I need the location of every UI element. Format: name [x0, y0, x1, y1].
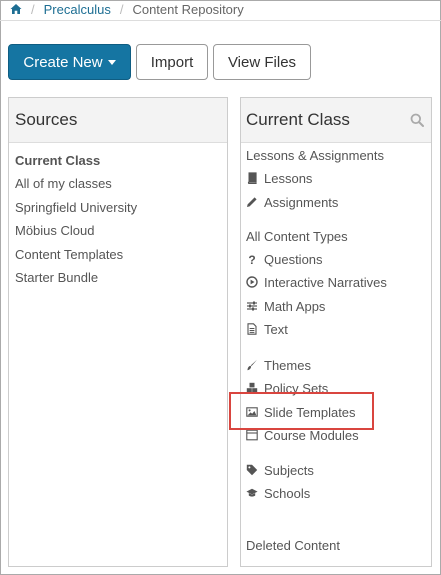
nav-item-label: Course Modules — [264, 427, 359, 443]
tag-icon — [246, 464, 258, 476]
toolbar: Create New Import View Files — [8, 44, 316, 80]
nav-item-math-apps[interactable]: Math Apps — [246, 295, 325, 317]
sources-panel: Sources Current Class All of my classes … — [8, 97, 228, 567]
current-class-title: Current Class — [246, 110, 350, 129]
breadcrumb-separator: / — [119, 1, 124, 17]
nav-item-label: Subjects — [264, 462, 314, 478]
image-icon — [246, 406, 258, 418]
sources-list: Current Class All of my classes Springfi… — [9, 143, 227, 289]
nav-item-label: Slide Templates — [264, 404, 356, 420]
nav-item-questions[interactable]: ? Questions — [246, 248, 323, 270]
breadcrumb-divider — [0, 20, 441, 21]
source-item-content-templates[interactable]: Content Templates — [15, 243, 227, 266]
book-icon — [246, 172, 258, 184]
play-circle-icon — [246, 276, 258, 288]
source-item-mobius-cloud[interactable]: Möbius Cloud — [15, 219, 227, 242]
import-button[interactable]: Import — [136, 44, 208, 80]
create-new-label: Create New — [23, 53, 103, 71]
nav-item-label: Themes — [264, 357, 311, 373]
breadcrumb-precalculus[interactable]: Precalculus — [44, 2, 111, 17]
file-text-icon — [246, 323, 258, 335]
nav-item-label: Lessons — [264, 170, 313, 186]
breadcrumb-current: Content Repository — [132, 1, 244, 17]
graduation-cap-icon — [246, 487, 258, 499]
search-icon[interactable] — [410, 113, 424, 127]
nav-item-label: Assignments — [264, 194, 339, 210]
sliders-icon — [246, 300, 258, 312]
caret-down-icon — [107, 59, 116, 65]
nav-item-label: Math Apps — [264, 298, 326, 314]
source-item-starter-bundle[interactable]: Starter Bundle — [15, 266, 227, 289]
source-item-all-classes[interactable]: All of my classes — [15, 172, 227, 195]
nav-item-schools[interactable]: Schools — [246, 482, 310, 504]
nav-item-label: Policy Sets — [264, 380, 329, 396]
current-class-panel-header: Current Class — [241, 98, 431, 143]
source-item-current-class[interactable]: Current Class — [15, 149, 227, 172]
cubes-icon — [246, 382, 258, 394]
nav-item-label: Interactive Narratives — [264, 274, 387, 290]
nav-item-deleted-content[interactable]: Deleted Content — [246, 538, 340, 553]
nav-item-policy-sets[interactable]: Policy Sets — [246, 377, 328, 399]
nav-item-lessons[interactable]: Lessons — [246, 167, 312, 189]
section-header-all-content-types: All Content Types — [246, 229, 348, 244]
create-new-button[interactable]: Create New — [8, 44, 131, 80]
question-icon: ? — [246, 253, 258, 265]
source-item-springfield[interactable]: Springfield University — [15, 196, 227, 219]
nav-item-text[interactable]: Text — [246, 318, 288, 340]
svg-text:?: ? — [248, 253, 255, 265]
nav-item-assignments[interactable]: Assignments — [246, 191, 338, 213]
nav-item-label: Schools — [264, 485, 311, 501]
nav-item-interactive-narratives[interactable]: Interactive Narratives — [246, 271, 387, 293]
current-class-panel: Current Class Lessons & Assignments Less… — [240, 97, 432, 567]
nav-item-course-modules[interactable]: Course Modules — [246, 424, 359, 446]
nav-item-themes[interactable]: Themes — [246, 354, 311, 376]
breadcrumb: / Precalculus / Content Repository — [10, 0, 244, 18]
nav-item-slide-templates[interactable]: Slide Templates — [246, 401, 356, 423]
breadcrumb-separator: / — [31, 1, 35, 17]
brush-icon — [246, 359, 258, 371]
nav-item-subjects[interactable]: Subjects — [246, 459, 314, 481]
module-icon — [246, 429, 258, 441]
nav-item-label: Text — [264, 321, 288, 337]
nav-item-label: Questions — [264, 251, 323, 267]
view-files-button[interactable]: View Files — [213, 44, 311, 80]
sources-panel-title: Sources — [9, 98, 227, 143]
pencil-icon — [246, 196, 258, 208]
home-icon[interactable] — [10, 3, 22, 15]
section-header-lessons-assignments: Lessons & Assignments — [246, 148, 385, 163]
